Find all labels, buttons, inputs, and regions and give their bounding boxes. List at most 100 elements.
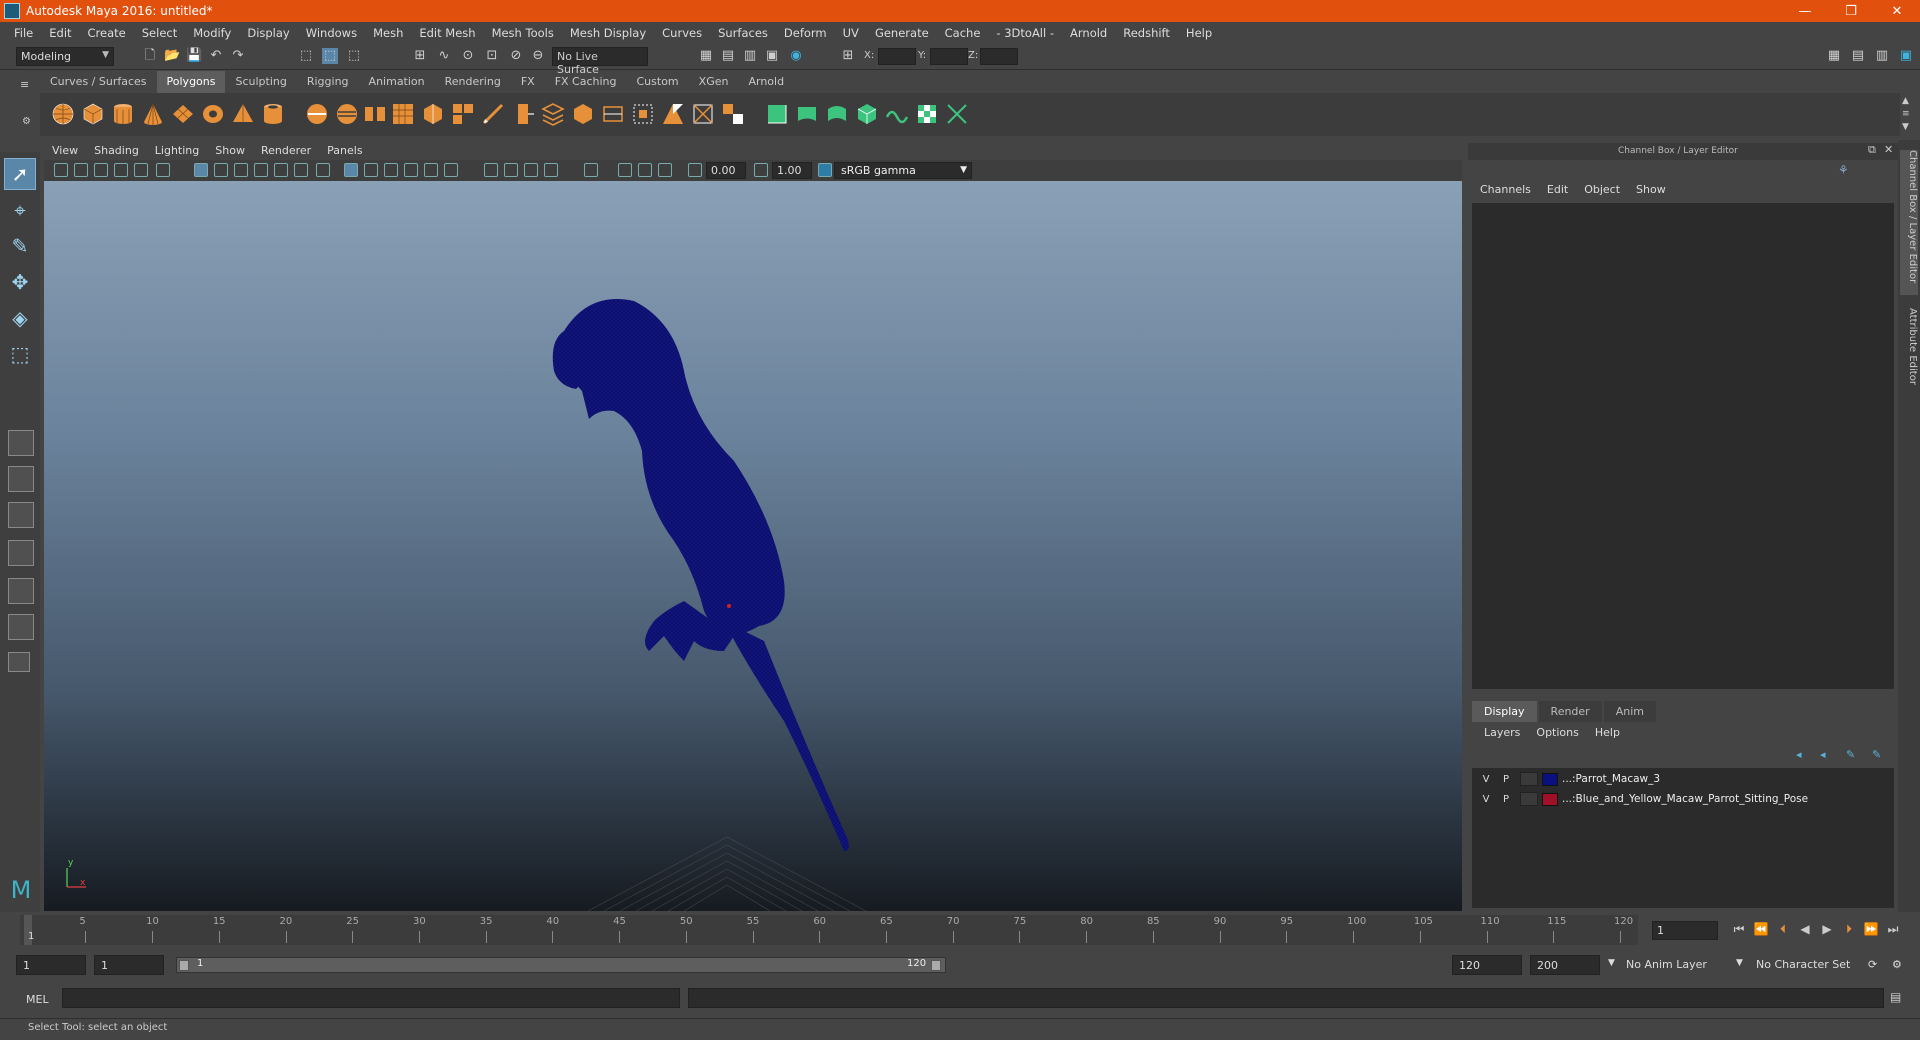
float-panel-icon[interactable]: ⧉ (1868, 143, 1876, 157)
shelf-menu-icon[interactable]: ≡ (20, 78, 29, 91)
magnet-icon[interactable]: ⊖ (530, 48, 546, 64)
shelf-tab-sculpting[interactable]: Sculpting (225, 71, 296, 93)
panel-menu-panels[interactable]: Panels (319, 143, 370, 160)
layer-row[interactable]: V P ...:Blue_and_Yellow_Macaw_Parrot_Sit… (1476, 790, 1890, 808)
channel-box-toggle-icon[interactable]: ▣ (1898, 48, 1914, 64)
xray-active-icon[interactable] (638, 163, 652, 177)
animation-preferences-icon[interactable]: ⚙ (1888, 955, 1906, 975)
menu-mesh-display[interactable]: Mesh Display (562, 26, 654, 40)
time-slider[interactable]: 1 5 10 15 20 25 30 35 40 45 50 55 60 65 70 75 80 85 90 95 1… (20, 915, 1638, 945)
step-back-frame-icon[interactable]: ⏴ (1772, 922, 1794, 940)
go-to-start-icon[interactable]: ⏮ (1728, 922, 1750, 940)
menu-display[interactable]: Display (239, 26, 297, 40)
minimize-button[interactable]: — (1782, 0, 1828, 22)
isolate-select-icon[interactable] (584, 163, 598, 177)
z-field[interactable] (980, 48, 1018, 65)
menu-redshift[interactable]: Redshift (1115, 26, 1178, 40)
bookmark-icon[interactable] (94, 163, 108, 177)
wireframe-on-shaded-icon[interactable] (384, 163, 398, 177)
xray-joints-icon[interactable] (658, 163, 672, 177)
render-current-icon[interactable]: ▤ (720, 48, 736, 64)
select-component-icon[interactable]: ⬚ (346, 48, 362, 64)
snap-live-icon[interactable]: ⊘ (508, 48, 524, 64)
grid-toggle-icon[interactable] (194, 163, 208, 177)
layer-tab-render[interactable]: Render (1538, 701, 1602, 722)
extrude-icon[interactable] (480, 101, 506, 127)
menu-modify[interactable]: Modify (185, 26, 239, 40)
textured-icon[interactable] (404, 163, 418, 177)
layer-color-swatch[interactable] (1542, 772, 1558, 786)
layer-color-swatch[interactable] (1542, 792, 1558, 806)
uv-editor-layout-icon[interactable] (8, 614, 34, 640)
combine-icon[interactable] (304, 101, 330, 127)
menu-edit[interactable]: Edit (41, 26, 79, 40)
modeling-toolkit-icon[interactable]: ▦ (1826, 48, 1842, 64)
play-backwards-icon[interactable]: ◀ (1794, 922, 1816, 940)
persp-graph-layout-icon[interactable] (8, 540, 34, 566)
poly-cone-icon[interactable] (140, 101, 166, 127)
gamma-field[interactable]: 1.00 (772, 162, 812, 179)
wireframe-icon[interactable] (344, 163, 358, 177)
tool-settings-icon[interactable]: ▥ (1874, 48, 1890, 64)
field-chart-icon[interactable] (274, 163, 288, 177)
snap-curve-icon[interactable]: ∿ (436, 48, 452, 64)
poly-cube-icon[interactable] (80, 101, 106, 127)
hypershade-icon[interactable]: ◉ (788, 48, 804, 64)
film-gate-icon[interactable] (214, 163, 228, 177)
menu-3dtoall[interactable]: - 3DtoAll - (988, 26, 1062, 40)
shelf-tab-polygons[interactable]: Polygons (156, 71, 226, 93)
side-tab-attribute-editor[interactable]: Attribute Editor (1900, 308, 1918, 398)
range-end-handle[interactable] (931, 960, 941, 971)
layout-uv-icon[interactable] (944, 101, 970, 127)
bridge-icon[interactable] (510, 101, 536, 127)
move-layer-up-icon[interactable]: ◂ (1796, 748, 1802, 761)
new-scene-icon[interactable]: 🗋 (142, 48, 158, 64)
more-layouts-icon[interactable] (8, 652, 30, 672)
resolution-gate-icon[interactable] (234, 163, 248, 177)
save-scene-icon[interactable]: 💾 (186, 48, 202, 64)
menu-deform[interactable]: Deform (776, 26, 835, 40)
cb-menu-channels[interactable]: Channels (1472, 183, 1539, 196)
menu-generate[interactable]: Generate (867, 26, 937, 40)
y-field[interactable] (930, 48, 968, 65)
layer-menu-layers[interactable]: Layers (1476, 726, 1528, 739)
lasso-tool-icon[interactable]: ⌖ (4, 194, 36, 226)
image-plane-icon[interactable] (114, 163, 128, 177)
snap-grid-icon[interactable]: ⊞ (412, 48, 428, 64)
separate-icon[interactable] (334, 101, 360, 127)
camera-select-icon[interactable] (54, 163, 68, 177)
side-tab-channel-box[interactable]: Channel Box / Layer Editor (1900, 150, 1918, 295)
boolean-icon[interactable] (420, 101, 446, 127)
smooth-shade-icon[interactable] (364, 163, 378, 177)
restore-button[interactable]: ❐ (1828, 0, 1874, 22)
poly-plane-icon[interactable] (170, 101, 196, 127)
target-weld-icon[interactable] (720, 101, 746, 127)
use-all-lights-icon[interactable] (424, 163, 438, 177)
layer-playback-toggle[interactable]: P (1496, 774, 1516, 785)
smooth-icon[interactable] (390, 101, 416, 127)
spherical-map-icon[interactable] (824, 101, 850, 127)
cylindrical-map-icon[interactable] (794, 101, 820, 127)
menu-help[interactable]: Help (1178, 26, 1220, 40)
color-management-icon[interactable] (818, 163, 832, 177)
script-editor-icon[interactable]: ▤ (1890, 990, 1901, 1004)
play-forwards-icon[interactable]: ▶ (1816, 922, 1838, 940)
safe-action-icon[interactable] (294, 163, 308, 177)
insert-edge-loop-icon[interactable] (660, 101, 686, 127)
extract-icon[interactable] (362, 101, 388, 127)
shelf-tab-animation[interactable]: Animation (359, 71, 435, 93)
paint-select-tool-icon[interactable]: ✎ (4, 230, 36, 262)
animation-end-field[interactable]: 200 (1530, 955, 1600, 975)
unfold-uv-icon[interactable] (884, 101, 910, 127)
snap-view-icon[interactable]: ⊡ (484, 48, 500, 64)
move-layer-down-icon[interactable]: ◂ (1820, 748, 1826, 761)
close-button[interactable]: ✕ (1874, 0, 1920, 22)
channel-box-display-icon[interactable]: ⚘ (1838, 163, 1849, 177)
anim-layer-dropdown[interactable]: No Anim Layer (1622, 955, 1726, 975)
shadows-icon[interactable] (444, 163, 458, 177)
four-view-layout-icon[interactable] (8, 466, 34, 492)
panel-menu-lighting[interactable]: Lighting (147, 143, 207, 160)
playback-end-field[interactable]: 120 (1452, 955, 1522, 975)
chevron-down-icon[interactable]: ▼ (1604, 955, 1619, 975)
shelf-tab-curves-surfaces[interactable]: Curves / Surfaces (40, 71, 157, 93)
